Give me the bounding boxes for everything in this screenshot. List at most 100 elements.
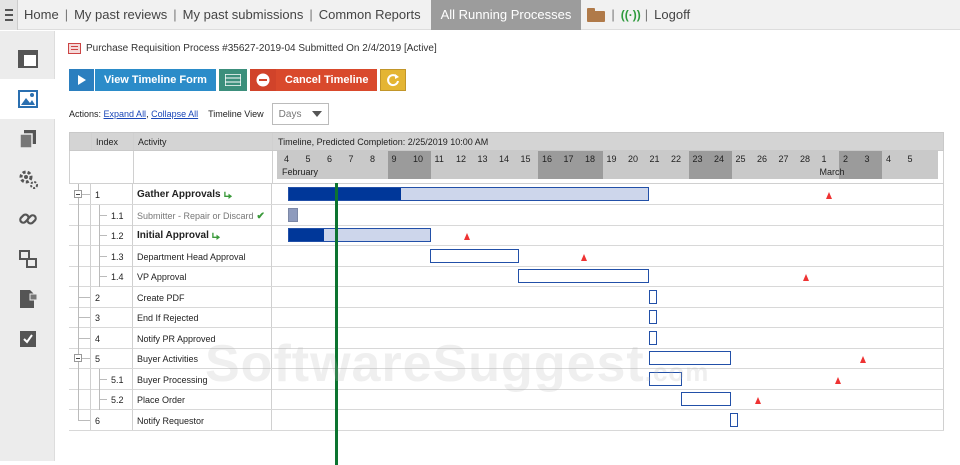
table-row[interactable]: 1.4 VP Approval [69, 266, 944, 287]
nav-all-running-processes[interactable]: All Running Processes [430, 0, 582, 30]
refresh-icon[interactable] [380, 69, 407, 91]
grid-view-icon[interactable] [218, 69, 247, 91]
tree-line [78, 389, 79, 410]
table-row[interactable]: 5.1 Buyer Processing [69, 368, 944, 390]
table-row[interactable]: 5.2 Place Order [69, 389, 944, 410]
nav-logoff[interactable]: Logoff [648, 7, 696, 22]
nav-common-reports[interactable]: Common Reports [313, 7, 427, 22]
link-icon[interactable] [0, 199, 55, 239]
row-activity[interactable]: Buyer Activities [137, 354, 198, 364]
broadcast-icon[interactable]: ((·)) [621, 8, 641, 22]
day-label: 28 [800, 154, 811, 164]
image-icon[interactable] [0, 79, 55, 119]
timeline-bar[interactable] [681, 392, 731, 406]
timeline-view-label: Timeline View [208, 109, 264, 119]
timeline-bar[interactable] [518, 269, 649, 283]
copy-icon[interactable] [0, 119, 55, 159]
tree-line [78, 286, 79, 308]
row-activity[interactable]: VP Approval [137, 272, 186, 282]
timeline-cell [272, 328, 944, 348]
cancel-timeline-button[interactable]: Cancel Timeline [275, 69, 378, 91]
timeline-bar[interactable] [288, 187, 649, 201]
expand-all-link[interactable]: Expand All [104, 109, 147, 119]
table-row[interactable]: 1.2 Initial Approval [69, 225, 944, 246]
row-activity[interactable]: Initial Approval [137, 230, 221, 241]
today-marker [335, 183, 338, 465]
tree-line [78, 409, 79, 421]
table-row[interactable]: 1.3 Department Head Approval [69, 245, 944, 267]
divider [133, 133, 134, 150]
table-row[interactable]: 6 Notify Requestor [69, 409, 944, 431]
tree-line [78, 368, 79, 390]
divider [90, 245, 91, 266]
checkbox-icon[interactable] [0, 319, 55, 359]
timeline-bar[interactable] [730, 412, 738, 427]
row-activity[interactable]: End If Rejected [137, 313, 199, 323]
divider [132, 368, 133, 389]
deadline-marker-icon [826, 192, 832, 199]
divider [90, 204, 91, 225]
view-timeline-form-button[interactable]: View Timeline Form [95, 69, 216, 91]
timeline-bar[interactable] [649, 371, 682, 386]
cancel-icon[interactable] [249, 69, 276, 91]
day-label: 18 [585, 154, 596, 164]
row-activity[interactable]: Notify Requestor [137, 416, 204, 426]
divider [132, 327, 133, 348]
divider [90, 225, 91, 245]
folder-icon[interactable] [587, 7, 606, 22]
timeline-bar[interactable] [649, 310, 657, 324]
timeline-cell [272, 246, 944, 266]
day-label: 4 [886, 154, 892, 164]
timeline-bar[interactable] [288, 228, 431, 242]
row-activity[interactable]: Place Order [137, 395, 185, 405]
day-label: 21 [649, 154, 660, 164]
row-activity[interactable]: Buyer Processing [137, 375, 208, 385]
nav-past-reviews[interactable]: My past reviews [68, 7, 173, 22]
play-icon[interactable] [69, 69, 95, 91]
day-label: 10 [413, 154, 424, 164]
divider [132, 184, 133, 204]
timeline-grid: Index Activity Timeline, Predicted Compl… [69, 132, 944, 431]
document-lock-icon[interactable] [0, 279, 55, 319]
timeline-view-select[interactable]: Days [271, 103, 329, 125]
layout-icon[interactable] [0, 39, 55, 79]
collapse-all-link[interactable]: Collapse All [151, 109, 198, 119]
day-label: 6 [327, 154, 333, 164]
activity-label: Submitter - Repair or Discard [137, 210, 254, 221]
row-activity[interactable]: Submitter - Repair or Discard ✔ [137, 211, 265, 222]
table-row[interactable]: 2 Create PDF [69, 286, 944, 308]
tree-line [99, 399, 107, 400]
nav-home[interactable]: Home [18, 7, 65, 22]
collapse-toggle-icon[interactable] [74, 354, 82, 362]
col-timeline-header: Timeline, Predicted Completion: 2/25/201… [278, 137, 489, 147]
row-activity[interactable]: Gather Approvals [137, 189, 233, 200]
day-label: 24 [714, 154, 725, 164]
divider [132, 204, 133, 225]
collapse-toggle-icon[interactable] [74, 190, 82, 198]
nav-past-submissions[interactable]: My past submissions [177, 7, 310, 22]
workflow-icon[interactable] [0, 239, 55, 279]
table-row[interactable]: 4 Notify PR Approved [69, 327, 944, 349]
table-row[interactable]: 5 Buyer Activities [69, 348, 944, 369]
deadline-marker-icon [860, 356, 866, 363]
actions-label: Actions: [69, 109, 102, 119]
timeline-cell [272, 205, 944, 225]
menu-icon[interactable] [0, 0, 18, 30]
row-activity[interactable]: Department Head Approval [137, 252, 246, 262]
timeline-bar[interactable] [649, 330, 657, 345]
divider [132, 389, 133, 409]
row-activity[interactable]: Notify PR Approved [137, 334, 216, 344]
table-row[interactable]: 1.1 Submitter - Repair or Discard ✔ [69, 204, 944, 226]
row-activity[interactable]: Create PDF [137, 293, 185, 303]
timeline-bar[interactable] [288, 207, 298, 222]
timeline-bar[interactable] [649, 351, 731, 365]
table-row[interactable]: 1 Gather Approvals [69, 184, 944, 205]
green-arrow-icon [223, 191, 232, 199]
settings-icon[interactable] [0, 159, 55, 199]
table-row[interactable]: 3 End If Rejected [69, 307, 944, 328]
month-label: March [819, 167, 845, 177]
timeline-bar[interactable] [430, 248, 519, 263]
check-icon: ✔ [256, 210, 265, 222]
timeline-bar[interactable] [649, 289, 657, 304]
row-index: 1.4 [111, 272, 124, 282]
